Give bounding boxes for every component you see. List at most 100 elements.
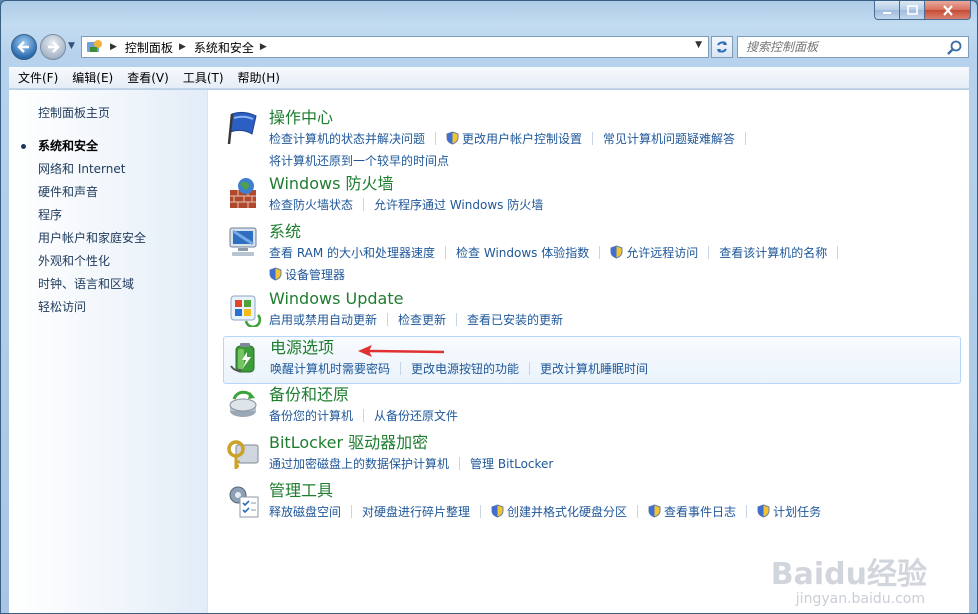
search-input[interactable] [738, 40, 938, 54]
search-box[interactable] [737, 36, 969, 58]
system-computer-icon [229, 227, 257, 256]
link-computer-name[interactable]: 查看该计算机的名称 [719, 243, 848, 261]
baidu-watermark-url: jingyan.baidu.com [795, 591, 925, 607]
window-frame: ▼ ▶ 控制面板 ▶ 系统和安全 ▶ ▼ 文件(F) 编辑(E) 查看(V) 工… [0, 0, 978, 614]
red-arrow-annotation [358, 345, 445, 357]
link-disk-partition[interactable]: 创建并格式化硬盘分区 [491, 502, 648, 520]
uac-shield-icon [446, 131, 459, 145]
forward-button[interactable] [40, 34, 66, 60]
menu-tools[interactable]: 工具(T) [176, 69, 231, 86]
firewall-icon [230, 178, 256, 208]
close-icon [942, 4, 953, 16]
back-button[interactable] [11, 34, 37, 60]
category-backup-restore: 备份和还原 备份您的计算机 从备份还原文件 [223, 384, 961, 432]
minimize-button[interactable] [874, 1, 900, 20]
caption-buttons [874, 1, 971, 21]
link-task-scheduler[interactable]: 计划任务 [757, 502, 821, 520]
back-arrow-icon [17, 41, 29, 53]
link-disk-cleanup[interactable]: 释放磁盘空间 [269, 502, 362, 520]
uac-shield-icon [269, 267, 282, 281]
history-dropdown-icon[interactable]: ▼ [68, 41, 75, 51]
link-view-ram-cpu[interactable]: 查看 RAM 的大小和处理器速度 [269, 243, 456, 261]
link-allow-program-firewall[interactable]: 允许程序通过 Windows 防火墙 [374, 195, 543, 213]
link-restore-files[interactable]: 从备份还原文件 [374, 406, 458, 424]
power-options-battery-icon [230, 343, 255, 373]
link-installed-updates[interactable]: 查看已安装的更新 [467, 310, 563, 328]
breadcrumb-separator-icon[interactable]: ▶ [260, 42, 267, 52]
link-device-manager[interactable]: 设备管理器 [269, 265, 345, 283]
link-remote-access[interactable]: 允许远程访问 [610, 243, 719, 261]
maximize-button[interactable] [900, 1, 925, 20]
menu-help[interactable]: 帮助(H) [231, 69, 287, 86]
sidebar-item-hardware-sound[interactable]: 硬件和声音 [9, 181, 207, 204]
link-backup-computer[interactable]: 备份您的计算机 [269, 406, 374, 424]
link-defragment[interactable]: 对硬盘进行碎片整理 [362, 502, 491, 520]
sidebar-item-ease-of-access[interactable]: 轻松访问 [9, 296, 207, 319]
sidebar-item-programs[interactable]: 程序 [9, 204, 207, 227]
link-sleep-time[interactable]: 更改计算机睡眠时间 [540, 359, 648, 377]
link-check-status[interactable]: 检查计算机的状态并解决问题 [269, 129, 446, 147]
uac-shield-icon [610, 245, 623, 259]
menu-edit[interactable]: 编辑(E) [65, 69, 120, 86]
baidu-watermark: Baidu经验 [770, 557, 927, 592]
breadcrumb-separator-icon: ▶ [178, 42, 186, 52]
bitlocker-key-icon [227, 440, 259, 469]
breadcrumb-control-panel[interactable]: 控制面板 [125, 39, 173, 56]
sidebar-item-system-security[interactable]: 系统和安全 [9, 135, 207, 158]
search-icon[interactable] [947, 40, 962, 58]
action-center-flag-icon [227, 111, 257, 145]
admin-tools-icon [229, 486, 259, 518]
uac-shield-icon [491, 504, 504, 518]
category-title[interactable]: 操作中心 [269, 108, 961, 128]
sidebar-item-user-accounts[interactable]: 用户帐户和家庭安全 [9, 227, 207, 250]
menu-view[interactable]: 查看(V) [120, 69, 176, 86]
sidebar-item-appearance[interactable]: 外观和个性化 [9, 250, 207, 273]
link-experience-index[interactable]: 检查 Windows 体验指数 [456, 243, 610, 261]
category-title[interactable]: 备份和还原 [269, 385, 961, 405]
sidebar-home-link[interactable]: 控制面板主页 [9, 102, 207, 125]
sidebar-item-clock-language-region[interactable]: 时钟、语言和区域 [9, 273, 207, 296]
breadcrumb-separator-icon: ▶ [110, 42, 117, 52]
sidebar: 控制面板主页 系统和安全 网络和 Internet 硬件和声音 程序 用户帐户和… [9, 90, 208, 613]
sidebar-item-network-internet[interactable]: 网络和 Internet [9, 158, 207, 181]
category-power-options[interactable]: 电源选项 唤醒计算机时需要密码 更改电源按钮的功能 更改计算机睡眠时间 [223, 336, 961, 384]
link-auto-update[interactable]: 启用或禁用自动更新 [269, 310, 398, 328]
forward-arrow-icon [48, 41, 60, 53]
link-power-button[interactable]: 更改电源按钮的功能 [411, 359, 540, 377]
address-bar[interactable]: ▶ 控制面板 ▶ 系统和安全 ▶ ▼ [81, 36, 709, 58]
content-area: 控制面板主页 系统和安全 网络和 Internet 硬件和声音 程序 用户帐户和… [9, 90, 969, 613]
menu-bar: 文件(F) 编辑(E) 查看(V) 工具(T) 帮助(H) [9, 67, 969, 89]
address-dropdown-icon[interactable]: ▼ [695, 40, 702, 50]
close-button[interactable] [925, 1, 971, 20]
category-windows-update: Windows Update 启用或禁用自动更新 检查更新 查看已安装的更新 [223, 288, 961, 336]
category-admin-tools: 管理工具 释放磁盘空间 对硬盘进行碎片整理 创建并格式化硬盘分区 查看事件日志 … [223, 480, 961, 528]
control-panel-icon [86, 39, 104, 55]
link-firewall-status[interactable]: 检查防火墙状态 [269, 195, 374, 213]
category-title[interactable]: 管理工具 [269, 481, 961, 501]
category-action-center: 操作中心 检查计算机的状态并解决问题 更改用户帐户控制设置 常见计算机问题疑难解… [223, 107, 961, 173]
category-title[interactable]: BitLocker 驱动器加密 [269, 433, 961, 453]
menu-file[interactable]: 文件(F) [11, 69, 65, 86]
minimize-icon [883, 12, 891, 14]
breadcrumb-system-security[interactable]: 系统和安全 [194, 39, 254, 56]
link-uac-settings[interactable]: 更改用户帐户控制设置 [446, 129, 603, 147]
refresh-button[interactable] [711, 36, 733, 58]
category-bitlocker: BitLocker 驱动器加密 通过加密磁盘上的数据保护计算机 管理 BitLo… [223, 432, 961, 480]
category-title[interactable]: Windows Update [269, 289, 961, 309]
link-encrypt-disk[interactable]: 通过加密磁盘上的数据保护计算机 [269, 454, 470, 472]
link-check-updates[interactable]: 检查更新 [398, 310, 467, 328]
uac-shield-icon [757, 504, 770, 518]
navigation-bar: ▼ ▶ 控制面板 ▶ 系统和安全 ▶ ▼ [9, 31, 969, 63]
category-system: 系统 查看 RAM 的大小和处理器速度 检查 Windows 体验指数 允许远程… [223, 221, 961, 288]
refresh-icon [717, 41, 727, 53]
link-system-restore[interactable]: 将计算机还原到一个较早的时间点 [269, 151, 449, 169]
link-event-log[interactable]: 查看事件日志 [648, 502, 757, 520]
maximize-icon [906, 5, 918, 15]
windows-update-icon [230, 295, 262, 328]
category-title[interactable]: Windows 防火墙 [269, 174, 961, 194]
uac-shield-icon [648, 504, 661, 518]
link-troubleshoot[interactable]: 常见计算机问题疑难解答 [603, 129, 756, 147]
link-manage-bitlocker[interactable]: 管理 BitLocker [470, 454, 553, 472]
category-title[interactable]: 系统 [269, 222, 961, 242]
link-wake-password[interactable]: 唤醒计算机时需要密码 [270, 359, 411, 377]
